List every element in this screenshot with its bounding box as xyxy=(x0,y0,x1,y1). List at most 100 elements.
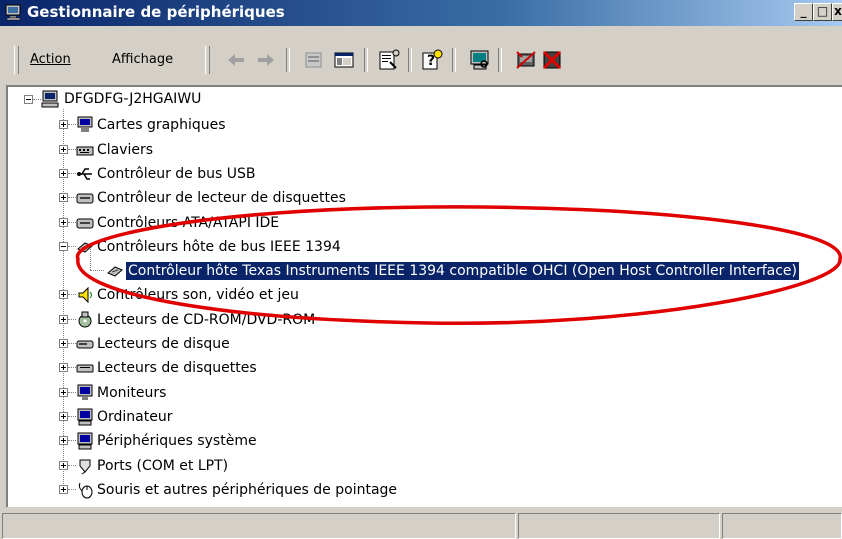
expand-icon[interactable] xyxy=(59,387,68,397)
expand-icon[interactable] xyxy=(59,193,68,203)
tree-category-item[interactable]: Ports (COM et LPT) xyxy=(8,454,838,478)
tree-line xyxy=(90,249,92,271)
tree-category-item[interactable]: Contrôleurs son, vidéo et jeu xyxy=(8,283,838,307)
category-label: Contrôleurs son, vidéo et jeu xyxy=(97,287,299,304)
close-icon: x xyxy=(834,4,842,18)
tree-line xyxy=(68,294,76,296)
expand-icon[interactable] xyxy=(59,168,68,178)
menu-action[interactable]: Action xyxy=(30,52,71,67)
tree-category-item[interactable]: Périphériques système xyxy=(8,429,838,453)
tree-line xyxy=(68,367,76,369)
up-folder-icon[interactable] xyxy=(302,48,326,72)
toolbar-grip-2[interactable] xyxy=(205,46,210,74)
uninstall-icon[interactable] xyxy=(540,48,564,72)
tree-line xyxy=(68,488,76,491)
toolbar-separator-2 xyxy=(364,48,368,72)
computer-icon xyxy=(77,408,93,426)
help-icon[interactable]: ? xyxy=(420,48,444,72)
tree-category-item[interactable]: Cartes graphiques xyxy=(8,113,838,137)
expand-icon[interactable] xyxy=(59,484,68,494)
tree-line xyxy=(68,148,76,151)
expand-icon[interactable] xyxy=(59,290,68,300)
maximize-button[interactable]: □ xyxy=(813,3,832,21)
mouse-icon xyxy=(78,482,93,499)
status-bar xyxy=(0,510,842,539)
tree-line xyxy=(33,99,41,101)
collapse-icon[interactable] xyxy=(59,241,68,251)
tree-category-item[interactable]: Contrôleurs ATA/ATAPI IDE xyxy=(8,211,838,235)
tree-line xyxy=(68,464,76,467)
display-adapter-icon xyxy=(77,116,93,133)
tree-category-item[interactable]: Claviers xyxy=(8,138,838,162)
expand-icon[interactable] xyxy=(59,120,68,130)
tree-line xyxy=(68,318,76,321)
tree-category-item[interactable]: Lecteurs de disque xyxy=(8,332,838,356)
tree-line xyxy=(68,391,76,394)
menu-action-label: Action xyxy=(30,52,71,67)
tree-root[interactable]: DFGDFG-J2HGAIWU xyxy=(8,89,408,113)
tree-category-item[interactable]: Ordinateur xyxy=(8,405,838,429)
minimize-button[interactable]: _ xyxy=(794,3,813,21)
minimize-icon: _ xyxy=(800,4,807,18)
system-devices-icon xyxy=(77,432,93,450)
computer-icon xyxy=(41,90,59,108)
selected-device-label: Contrôleur hôte Texas Instruments IEEE 1… xyxy=(126,262,799,281)
monitor-icon xyxy=(77,384,93,400)
category-label: Ordinateur xyxy=(97,408,173,425)
keyboard-icon xyxy=(76,146,94,156)
expand-icon[interactable] xyxy=(59,411,68,421)
tree-category-item[interactable]: Contrôleurs hôte de bus IEEE 1394 xyxy=(8,235,838,259)
title-bar: Gestionnaire de périphériques _ □ x xyxy=(0,0,842,26)
expand-icon[interactable] xyxy=(59,339,68,348)
category-label: Lecteurs de disquettes xyxy=(97,360,257,377)
expand-icon[interactable] xyxy=(59,363,68,373)
floppy-controller-icon xyxy=(76,193,94,204)
window-title: Gestionnaire de périphériques xyxy=(27,3,285,21)
category-label: Lecteurs de disque xyxy=(97,336,230,352)
computer-name: DFGDFG-J2HGAIWU xyxy=(64,91,202,107)
tree-line xyxy=(90,270,104,272)
status-pane-2 xyxy=(518,513,720,539)
device-tree[interactable]: DFGDFG-J2HGAIWU Cartes graphiques Clavier… xyxy=(6,85,842,507)
expand-icon[interactable] xyxy=(59,436,68,446)
tree-category-item[interactable]: Lecteurs de disquettes xyxy=(8,356,838,380)
toolbar-separator xyxy=(286,48,290,72)
category-label: Moniteurs xyxy=(97,384,167,401)
ports-icon xyxy=(79,459,91,474)
category-label: Périphériques système xyxy=(97,433,257,450)
category-label: Contrôleurs ATA/ATAPI IDE xyxy=(97,214,280,231)
expand-icon[interactable] xyxy=(59,314,68,324)
toolbar-separator-5 xyxy=(498,48,502,72)
expand-icon[interactable] xyxy=(59,217,68,227)
category-label: Contrôleur de bus USB xyxy=(97,165,256,182)
floppy-drive-icon xyxy=(76,364,94,373)
expand-icon[interactable] xyxy=(59,460,68,470)
toolbar-separator-3 xyxy=(408,48,412,72)
tree-category-item[interactable]: Moniteurs xyxy=(8,381,838,405)
tree-category-item[interactable]: Contrôleur de lecteur de disquettes xyxy=(8,186,838,210)
tree-line xyxy=(68,124,76,126)
category-label: Claviers xyxy=(97,141,154,158)
category-label: Lecteurs de CD-ROM/DVD-ROM xyxy=(97,311,316,328)
tree-device-item[interactable]: Contrôleur hôte Texas Instruments IEEE 1… xyxy=(8,249,838,283)
scan-hardware-icon[interactable] xyxy=(468,48,492,72)
tree-category-item[interactable]: Souris et autres périphériques de pointa… xyxy=(8,478,838,502)
category-label: Contrôleur de lecteur de disquettes xyxy=(97,190,346,207)
close-button[interactable]: x xyxy=(832,3,842,21)
expand-icon[interactable] xyxy=(59,144,68,154)
back-arrow-icon[interactable] xyxy=(224,48,248,72)
status-pane-1 xyxy=(2,513,516,539)
forward-arrow-icon[interactable] xyxy=(254,48,278,72)
update-driver-icon[interactable] xyxy=(514,48,538,72)
tree-category-item[interactable]: Lecteurs de CD-ROM/DVD-ROM xyxy=(8,308,838,332)
show-hide-tree-icon[interactable] xyxy=(332,48,356,72)
menu-view[interactable]: Affichage xyxy=(112,52,173,67)
toolbar-grip[interactable] xyxy=(14,46,19,74)
properties-icon[interactable] xyxy=(376,48,400,72)
collapse-icon[interactable] xyxy=(24,95,33,104)
category-label: Contrôleurs hôte de bus IEEE 1394 xyxy=(97,238,341,255)
tree-line xyxy=(68,245,76,248)
ide-controller-icon xyxy=(76,218,94,228)
tree-category-item[interactable]: Contrôleur de bus USB xyxy=(8,162,838,186)
tree-line xyxy=(68,197,76,199)
